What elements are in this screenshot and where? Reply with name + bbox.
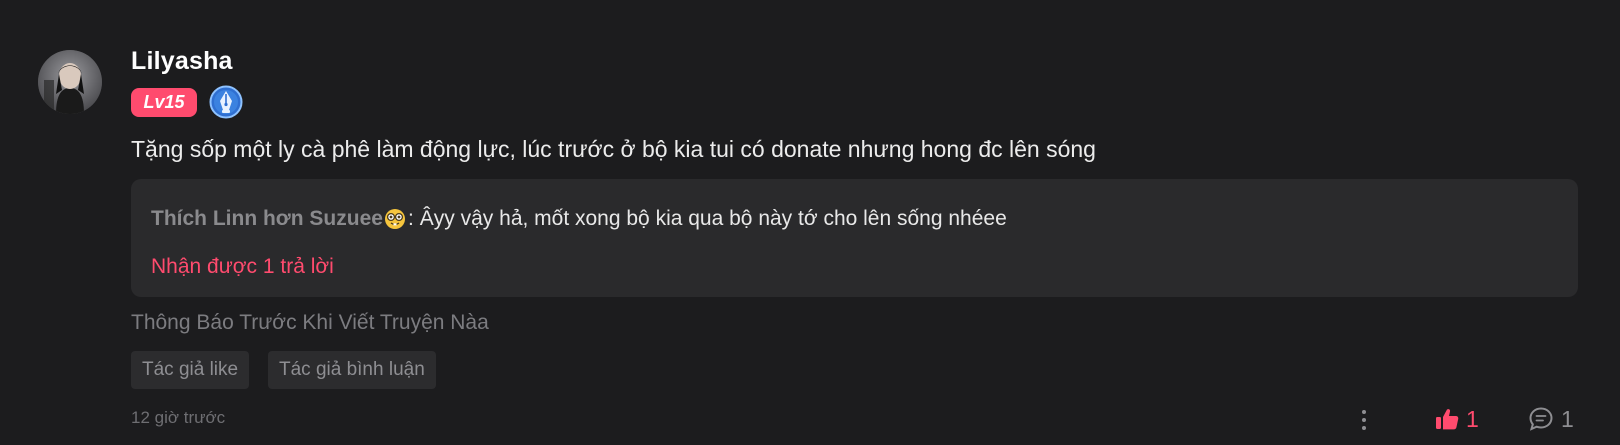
chapter-reference[interactable]: Thông Báo Trước Khi Viết Truyện Nàa [131,311,489,335]
reply-button[interactable]: 1 [1527,403,1574,435]
like-button[interactable]: 1 [1434,403,1479,435]
more-vertical-icon [1362,410,1366,430]
reply-author[interactable]: Thích Linn hơn Suzuee [151,207,383,231]
reply-count: 1 [1561,405,1574,432]
level-badge: Lv15 [131,88,197,117]
pen-nib-badge-icon [209,85,243,119]
avatar-image [38,50,102,114]
tag-author-commented: Tác giả bình luận [268,351,436,389]
thumbs-up-icon [1436,409,1459,430]
view-replies-link[interactable]: Nhận được 1 trả lời [151,255,334,279]
reply-preview-line: Thích Linn hơn Suzuee : Âyy vậy hả, mốt … [151,207,1007,231]
reply-colon: : [407,207,414,230]
tag-author-liked: Tác giả like [131,351,250,389]
reply-text: Âyy vậy hả, mốt xong bộ kia qua bộ này t… [419,207,1007,230]
like-count: 1 [1466,405,1479,432]
timestamp: 12 giờ trước [131,408,226,427]
more-options-button[interactable] [1355,406,1373,434]
nerd-face-emoji-icon [384,208,406,230]
username[interactable]: Lilyasha [131,47,233,76]
comment-card: Lilyasha Lv15 Tặng sốp một ly cà phê làm… [0,0,1620,445]
reply-preview-box[interactable]: Thích Linn hơn Suzuee : Âyy vậy hả, mốt … [131,179,1578,297]
comment-text: Tặng sốp một ly cà phê làm động lực, lúc… [131,136,1096,162]
user-avatar[interactable] [38,50,102,114]
chat-bubble-icon [1529,407,1553,431]
